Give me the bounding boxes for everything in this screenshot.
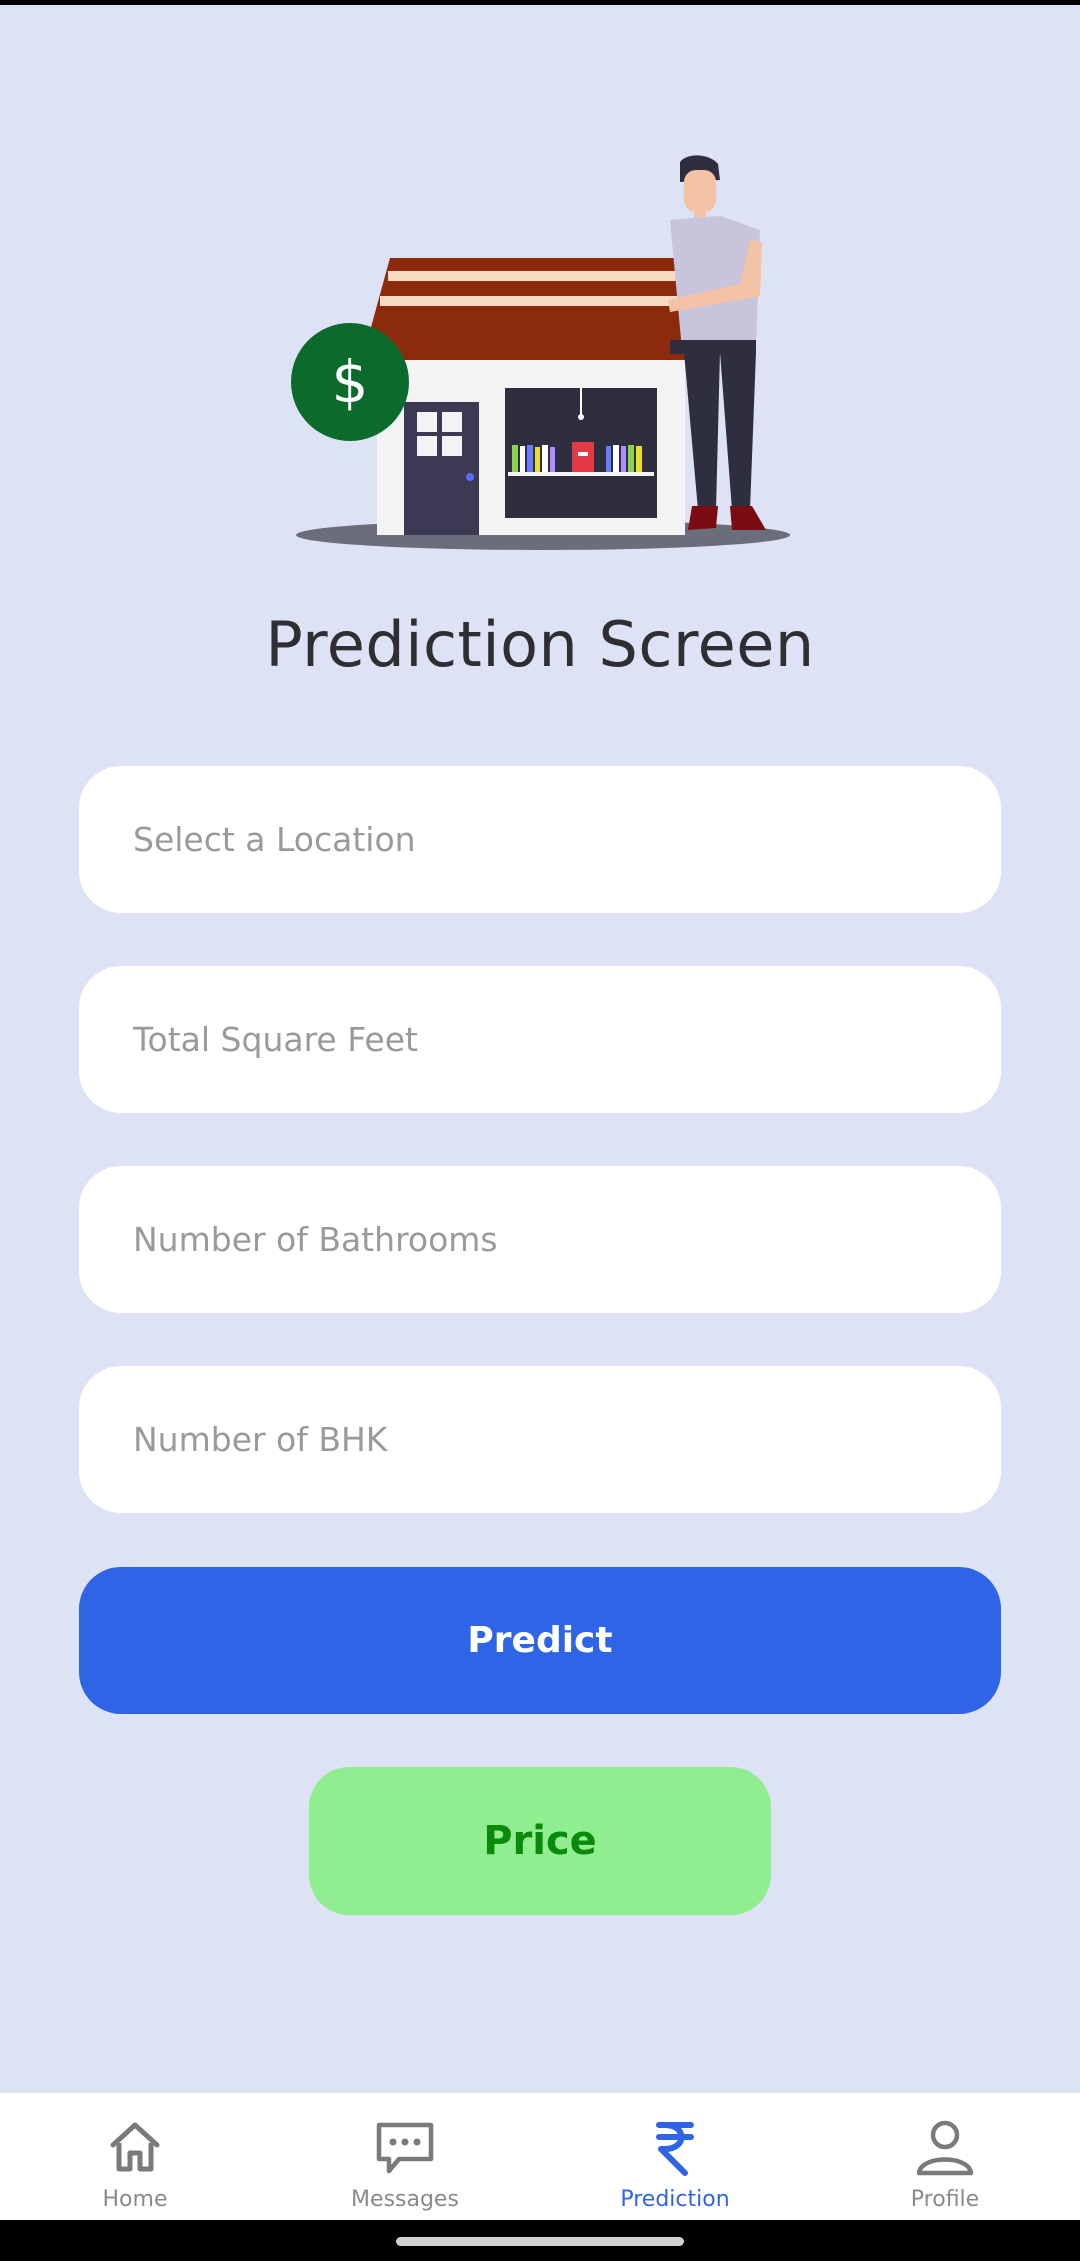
- nav-item-profile[interactable]: Profile: [810, 2093, 1080, 2221]
- house-door: [404, 402, 479, 535]
- house-illustration: $: [291, 155, 790, 550]
- nav-label-prediction: Prediction: [620, 2187, 730, 2212]
- nav-item-prediction[interactable]: Prediction: [540, 2093, 810, 2221]
- bathrooms-field[interactable]: [79, 1166, 1001, 1313]
- top-status-strip: [0, 0, 1080, 5]
- home-icon: [110, 2122, 160, 2172]
- nav-item-home[interactable]: Home: [0, 2093, 270, 2221]
- nav-label-home: Home: [102, 2187, 168, 2212]
- bathrooms-input[interactable]: [131, 1219, 1001, 1260]
- bottom-navigation: Home Messages Prediction Profile: [0, 2092, 1080, 2221]
- nav-item-messages[interactable]: Messages: [270, 2093, 540, 2221]
- nav-label-messages: Messages: [351, 2187, 459, 2212]
- page-title: Prediction Screen: [265, 608, 815, 681]
- location-input[interactable]: [131, 819, 1001, 860]
- profile-icon: [916, 2120, 974, 2176]
- price-button[interactable]: Price: [309, 1767, 771, 1915]
- rupee-icon: [656, 2122, 694, 2176]
- square-feet-input[interactable]: [131, 1019, 1001, 1060]
- home-indicator[interactable]: [396, 2237, 684, 2246]
- messages-icon: [376, 2122, 434, 2174]
- coin-symbol: $: [332, 348, 369, 416]
- bhk-field[interactable]: [79, 1366, 1001, 1513]
- nav-label-profile: Profile: [910, 2187, 980, 2212]
- square-feet-field[interactable]: [79, 966, 1001, 1113]
- bhk-input[interactable]: [131, 1419, 1001, 1460]
- location-field[interactable]: [79, 766, 1001, 913]
- predict-button[interactable]: Predict: [79, 1567, 1001, 1714]
